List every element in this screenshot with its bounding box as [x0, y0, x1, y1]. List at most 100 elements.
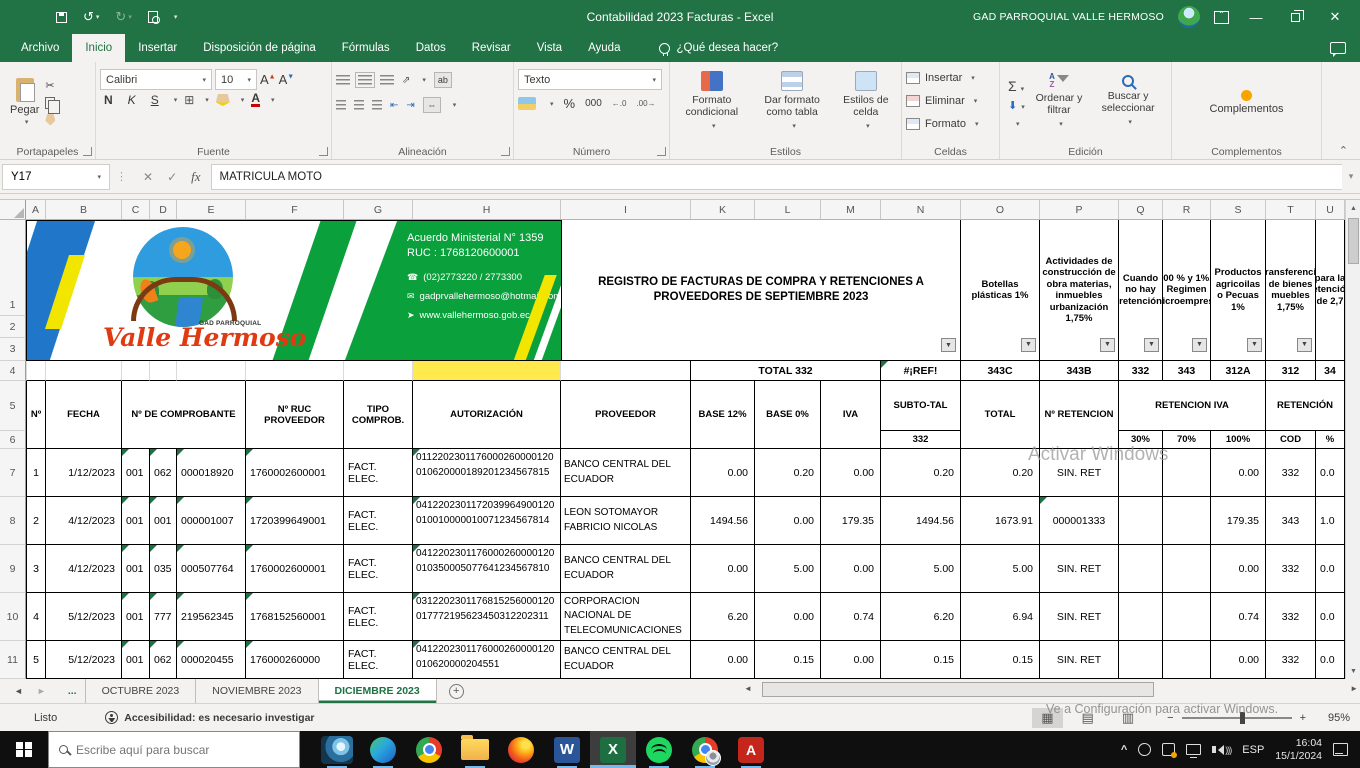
- empty-cell[interactable]: [122, 361, 150, 381]
- increase-font-icon[interactable]: A▲: [260, 72, 276, 87]
- highlighted-cell[interactable]: [413, 361, 561, 381]
- cell-cod[interactable]: 343: [1266, 497, 1316, 545]
- header-proveedor[interactable]: PROVEEDOR: [561, 381, 691, 449]
- column-header-n[interactable]: N: [881, 200, 961, 219]
- report-title-cell[interactable]: REGISTRO DE FACTURAS DE COMPRA Y RETENCI…: [561, 220, 961, 361]
- merge-center-icon[interactable]: ⇔: [423, 97, 441, 113]
- filter-dropdown-icon[interactable]: ▼: [1297, 338, 1312, 352]
- menu-tab-disposici-n-de-p-gina[interactable]: Disposición de página: [190, 34, 329, 62]
- alignment-dialog-launcher-icon[interactable]: [501, 147, 510, 156]
- font-name-select[interactable]: Calibri▾: [100, 69, 212, 90]
- zoom-in-icon[interactable]: +: [1300, 712, 1306, 724]
- filter-dropdown-icon[interactable]: ▼: [1100, 338, 1115, 352]
- cell-n[interactable]: 4: [26, 593, 46, 641]
- header-base12[interactable]: BASE 12%: [691, 381, 755, 449]
- cell-subtotal[interactable]: 5.00: [881, 545, 961, 593]
- header-base0[interactable]: BASE 0%: [755, 381, 821, 449]
- wrap-text-icon[interactable]: ab: [434, 72, 452, 88]
- menu-tab-vista[interactable]: Vista: [524, 34, 575, 62]
- orientation-icon[interactable]: ⇗: [402, 75, 410, 86]
- align-bottom-icon[interactable]: [380, 75, 394, 85]
- conditional-formatting-button[interactable]: Formato condicional▾: [674, 66, 750, 138]
- code-cell-o[interactable]: 343C: [961, 361, 1040, 381]
- filter-dropdown-icon[interactable]: ▼: [941, 338, 956, 352]
- cut-icon[interactable]: ✂: [45, 79, 55, 92]
- cell-tipo[interactable]: FACT. ELEC.: [344, 449, 413, 497]
- account-name[interactable]: GAD PARROQUIAL VALLE HERMOSO: [973, 11, 1164, 23]
- cell-tipo[interactable]: FACT. ELEC.: [344, 593, 413, 641]
- taskbar-media-preview-button[interactable]: [314, 731, 360, 768]
- filter-dropdown-icon[interactable]: ▼: [1144, 338, 1159, 352]
- format-as-table-button[interactable]: Dar formato como tabla▾: [750, 66, 835, 138]
- category-cell-u[interactable]: para la retención de 2,7: [1316, 220, 1345, 361]
- increase-indent-icon[interactable]: ⇥: [406, 100, 414, 111]
- sheet-tab-octubre-2023[interactable]: OCTUBRE 2023: [86, 679, 197, 703]
- expand-formula-bar-icon[interactable]: ▾: [1342, 171, 1360, 182]
- taskbar-chrome-button[interactable]: [406, 731, 452, 768]
- cell-r100[interactable]: 0.00: [1211, 545, 1266, 593]
- cell-subtotal[interactable]: 0.20: [881, 449, 961, 497]
- column-header-d[interactable]: D: [150, 200, 177, 219]
- zoom-thumb[interactable]: [1240, 712, 1245, 724]
- empty-cell[interactable]: [177, 361, 246, 381]
- clock[interactable]: 16:04 15/1/2024: [1275, 737, 1322, 762]
- column-header-k[interactable]: K: [691, 200, 755, 219]
- row-header[interactable]: 6: [0, 431, 26, 449]
- cell-prov[interactable]: BANCO CENTRAL DEL ECUADOR: [561, 449, 691, 497]
- total-332-cell[interactable]: TOTAL 332: [691, 361, 881, 381]
- cell-aut[interactable]: 0412202301176000260000120010620000204551: [413, 641, 561, 679]
- align-top-icon[interactable]: [336, 75, 350, 85]
- sheet-tab-diciembre-2023[interactable]: DICIEMBRE 2023: [319, 679, 437, 703]
- page-break-view-icon[interactable]: ▥: [1113, 708, 1143, 728]
- scroll-down-icon[interactable]: ▼: [1346, 663, 1360, 679]
- row-header[interactable]: 5: [0, 381, 26, 431]
- collapse-ribbon-icon[interactable]: ⌃: [1339, 144, 1348, 157]
- redo-icon[interactable]: ↻▾: [115, 9, 131, 25]
- zoom-out-icon[interactable]: −: [1167, 712, 1173, 724]
- new-sheet-button[interactable]: +: [449, 679, 464, 703]
- cell-aut[interactable]: 0312202301176815256000120017772195623450…: [413, 593, 561, 641]
- header-total[interactable]: TOTAL: [961, 381, 1040, 449]
- row-header[interactable]: 8: [0, 497, 26, 545]
- clear-icon[interactable]: ▾: [1008, 117, 1025, 129]
- save-icon[interactable]: [56, 12, 67, 23]
- cell-subtotal[interactable]: 1494.56: [881, 497, 961, 545]
- ribbon-display-options-icon[interactable]: ⌃: [1214, 11, 1229, 24]
- decrease-indent-icon[interactable]: ⇤: [390, 100, 398, 111]
- header-70[interactable]: 70%: [1163, 431, 1211, 449]
- empty-cell[interactable]: [26, 361, 46, 381]
- taskbar-excel-button[interactable]: [590, 731, 636, 768]
- menu-tab-ayuda[interactable]: Ayuda: [575, 34, 633, 62]
- cell-r30[interactable]: [1119, 497, 1163, 545]
- row-header[interactable]: 3: [0, 338, 26, 361]
- menu-tab-datos[interactable]: Datos: [403, 34, 459, 62]
- header-subtotal[interactable]: SUBTO-TAL: [881, 381, 961, 431]
- column-header-c[interactable]: C: [122, 200, 150, 219]
- cell-c3[interactable]: 219562345: [177, 593, 246, 641]
- cell-cod[interactable]: 332: [1266, 449, 1316, 497]
- filter-dropdown-icon[interactable]: ▼: [1247, 338, 1262, 352]
- align-right-icon[interactable]: [372, 100, 382, 110]
- column-header-h[interactable]: H: [413, 200, 561, 219]
- cell-r30[interactable]: [1119, 449, 1163, 497]
- underline-button[interactable]: S: [147, 93, 163, 107]
- header-100[interactable]: 100%: [1211, 431, 1266, 449]
- cell-r100[interactable]: 179.35: [1211, 497, 1266, 545]
- cell-total[interactable]: 1673.91: [961, 497, 1040, 545]
- cell-c2[interactable]: 777: [150, 593, 177, 641]
- cell-subtotal[interactable]: 0.15: [881, 641, 961, 679]
- cell-cod[interactable]: 332: [1266, 593, 1316, 641]
- tell-me-box[interactable]: ¿Qué desea hacer?: [659, 34, 778, 62]
- delete-cells-button[interactable]: Eliminar▾: [906, 89, 995, 112]
- cell-c1[interactable]: 001: [122, 545, 150, 593]
- header-cod[interactable]: COD: [1266, 431, 1316, 449]
- cell-total[interactable]: 5.00: [961, 545, 1040, 593]
- cell-r30[interactable]: [1119, 593, 1163, 641]
- teams-icon[interactable]: [1162, 743, 1175, 756]
- paste-button[interactable]: Pegar▾: [4, 66, 45, 138]
- header-subtotal-code[interactable]: 332: [881, 431, 961, 449]
- cell-c3[interactable]: 000018920: [177, 449, 246, 497]
- cell-prov[interactable]: BANCO CENTRAL DEL ECUADOR: [561, 545, 691, 593]
- taskbar-firefox-button[interactable]: [498, 731, 544, 768]
- column-header-e[interactable]: E: [177, 200, 246, 219]
